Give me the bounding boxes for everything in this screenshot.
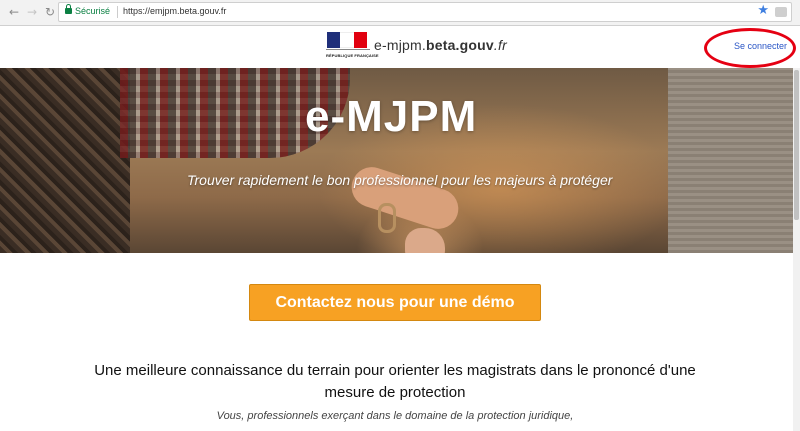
address-bar[interactable]: Sécurisé https://emjpm.beta.gouv.fr ★ (58, 2, 792, 22)
red-circle-annotation (704, 28, 796, 68)
url-text[interactable]: https://emjpm.beta.gouv.fr (123, 6, 226, 16)
site-brand[interactable]: e-mjpm.beta.gouv.fr (374, 37, 507, 53)
flag-icon (327, 32, 367, 48)
reload-icon[interactable]: ↻ (42, 4, 58, 20)
back-arrow-icon[interactable]: ← (6, 4, 22, 20)
section-subtext: Vous, professionnels exerçant dans le do… (216, 410, 574, 422)
url-separator (117, 6, 118, 18)
secure-label: Sécurisé (75, 6, 111, 16)
republique-francaise-logo[interactable]: RÉPUBLIQUE FRANÇAISE (326, 32, 379, 60)
browser-toolbar: ← → ↻ Sécurisé https://emjpm.beta.gouv.f… (0, 0, 800, 26)
bookmark-star-icon[interactable]: ★ (757, 3, 769, 18)
site-header: RÉPUBLIQUE FRANÇAISE e-mjpm.beta.gouv.fr… (0, 26, 800, 68)
hero-title: e-MJPM (305, 92, 478, 141)
lock-icon (65, 4, 72, 14)
scrollbar-thumb[interactable] (794, 70, 799, 220)
forward-arrow-icon[interactable]: → (24, 4, 40, 20)
brand-prefix: e-mjpm. (374, 37, 426, 53)
section-headline: Une meilleure connaissance du terrain po… (94, 362, 696, 401)
contact-demo-button[interactable]: Contactez nous pour une démo (249, 284, 541, 321)
hero-photo-hands (405, 228, 445, 253)
brand-suffix: .fr (493, 37, 507, 53)
brand-middle: beta.gouv (425, 37, 494, 53)
hero-banner: e-MJPM Trouver rapidement le bon profess… (0, 68, 800, 253)
page-scrollbar[interactable] (793, 68, 800, 431)
extension-icon[interactable] (775, 7, 787, 17)
republic-label: RÉPUBLIQUE FRANÇAISE (326, 53, 379, 58)
hero-photo-bracelet (378, 203, 396, 233)
hero-tagline: Trouver rapidement le bon professionnel … (187, 172, 613, 188)
